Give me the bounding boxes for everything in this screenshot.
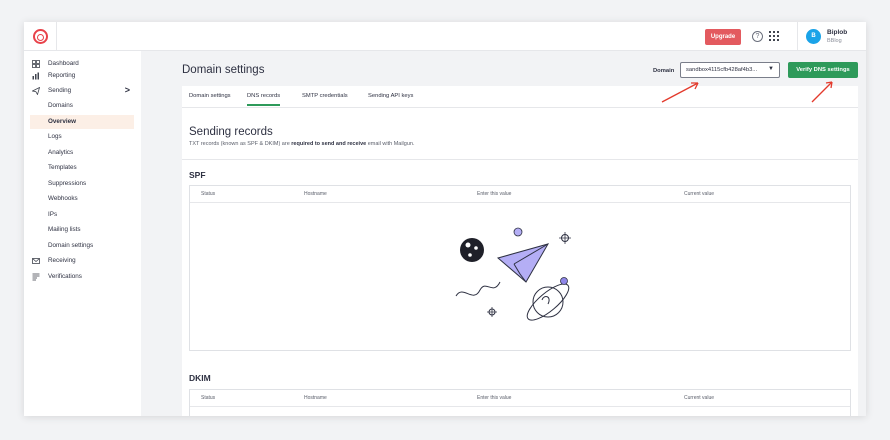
sidebar-item-templates[interactable]: Templates (30, 161, 134, 175)
sidebar-item-webhooks[interactable]: Webhooks (30, 192, 134, 206)
sidebar-item-label: Reporting (48, 72, 76, 79)
sidebar-item-verifications[interactable]: Verifications (30, 270, 134, 284)
apps-grid-icon[interactable] (769, 31, 779, 41)
top-bar: Upgrade ? B Biplob BBlog (24, 22, 866, 51)
chevron-right-icon[interactable]: > (125, 85, 130, 95)
spf-table: Status Hostname Enter this value Current… (189, 185, 851, 351)
sidebar-item-label: Mailing lists (48, 226, 81, 233)
column-header-current-value: Current value (684, 395, 715, 401)
sidebar-item-label: Analytics (48, 149, 74, 156)
sidebar-item-label: Verifications (48, 273, 82, 280)
spf-title: SPF (189, 170, 206, 180)
upgrade-button[interactable]: Upgrade (705, 29, 741, 45)
column-header-value: Enter this value (477, 191, 512, 197)
user-name: Biplob (827, 29, 848, 36)
sidebar-item-label: Webhooks (48, 195, 78, 202)
sidebar-item-sending[interactable]: Sending > (30, 84, 134, 98)
sidebar-item-label: Sending (48, 87, 72, 94)
help-icon[interactable]: ? (752, 31, 763, 42)
tab-domain-settings[interactable]: Domain settings (189, 93, 231, 104)
sidebar-item-label: Suppressions (48, 180, 87, 187)
sending-icon (32, 87, 40, 95)
sidebar-item-label: IPs (48, 211, 58, 218)
verify-dns-button[interactable]: Verify DNS settings (788, 62, 858, 78)
section-description: TXT records (known as SPF & DKIM) are re… (189, 141, 415, 147)
user-account: BBlog (827, 38, 842, 44)
sidebar-item-label: Templates (48, 164, 77, 171)
column-header-current-value: Current value (684, 191, 715, 197)
sidebar-item-label: Domains (48, 102, 73, 109)
logo-box[interactable] (24, 22, 57, 51)
dot-icon (513, 227, 523, 237)
sidebar-item-label: Logs (48, 133, 62, 140)
dkim-table: Status Hostname Enter this value Current… (189, 389, 851, 416)
tab-smtp-credentials[interactable]: SMTP credentials (302, 93, 348, 104)
verifications-icon (32, 273, 40, 281)
sparkle-icon (559, 232, 571, 244)
column-header-hostname: Hostname (304, 395, 327, 401)
sidebar-item-label: Domain settings (48, 242, 94, 249)
sending-records-header: Sending records TXT records (known as SP… (182, 108, 858, 160)
column-header-status: Status (201, 191, 216, 197)
planet-icon (460, 238, 484, 262)
column-header-status: Status (201, 395, 216, 401)
sidebar-item-logs[interactable]: Logs (30, 130, 134, 144)
sidebar-item-reporting[interactable]: Reporting (30, 69, 134, 83)
mailgun-logo-icon (32, 29, 48, 44)
sparkle-small-icon (487, 307, 497, 317)
dns-panel: Domain settings DNS records SMTP credent… (182, 86, 858, 416)
empty-state-illustration (455, 227, 571, 321)
paper-plane-icon (496, 243, 550, 283)
reporting-icon (32, 72, 39, 80)
tab-bar: Domain settings DNS records SMTP credent… (182, 86, 858, 108)
tab-dns-records[interactable]: DNS records (247, 93, 281, 106)
caret-down-icon: ▼ (768, 66, 774, 72)
column-header-value: Enter this value (477, 395, 512, 401)
sidebar-item-label: Receiving (48, 257, 76, 264)
section-title: Sending records (189, 126, 273, 138)
domain-label: Domain (653, 68, 675, 74)
domain-select[interactable]: sandbox4115cfb428af4b3... ▼ (680, 62, 780, 78)
annotation-arrow-icon (661, 82, 699, 103)
sidebar-item-suppressions[interactable]: Suppressions (30, 177, 134, 191)
header-divider (190, 202, 850, 203)
page-title: Domain settings (182, 64, 265, 76)
avatar: B (806, 29, 821, 44)
sidebar-item-overview[interactable]: Overview (30, 115, 134, 129)
squiggle-icon (455, 281, 501, 297)
sidebar-item-domains[interactable]: Domains (30, 99, 134, 113)
sidebar-item-label: Dashboard (48, 60, 79, 67)
app-window: Upgrade ? B Biplob BBlog Dashboard Repor… (24, 22, 866, 416)
sidebar-item-ips[interactable]: IPs (30, 208, 134, 222)
dkim-title: DKIM (189, 373, 211, 383)
tab-sending-api-keys[interactable]: Sending API keys (368, 93, 413, 104)
sidebar-item-label: Overview (48, 118, 77, 125)
orbit-planet-icon (526, 277, 570, 321)
header-divider (190, 406, 850, 407)
sidebar: Dashboard Reporting Sending > Domains Ov… (24, 51, 141, 416)
annotation-arrow-icon (811, 81, 833, 103)
column-header-hostname: Hostname (304, 191, 327, 197)
sidebar-item-mailing-lists[interactable]: Mailing lists (30, 223, 134, 237)
user-menu[interactable]: B Biplob BBlog (797, 22, 866, 51)
sidebar-item-analytics[interactable]: Analytics (30, 146, 134, 160)
main-content: Domain settings Domain sandbox4115cfb428… (141, 51, 866, 416)
receiving-icon (32, 258, 40, 264)
domain-select-value: sandbox4115cfb428af4b3... (686, 67, 758, 73)
sidebar-item-domain-settings[interactable]: Domain settings (30, 239, 134, 253)
sidebar-item-receiving[interactable]: Receiving (30, 254, 134, 268)
dashboard-icon (32, 60, 40, 68)
